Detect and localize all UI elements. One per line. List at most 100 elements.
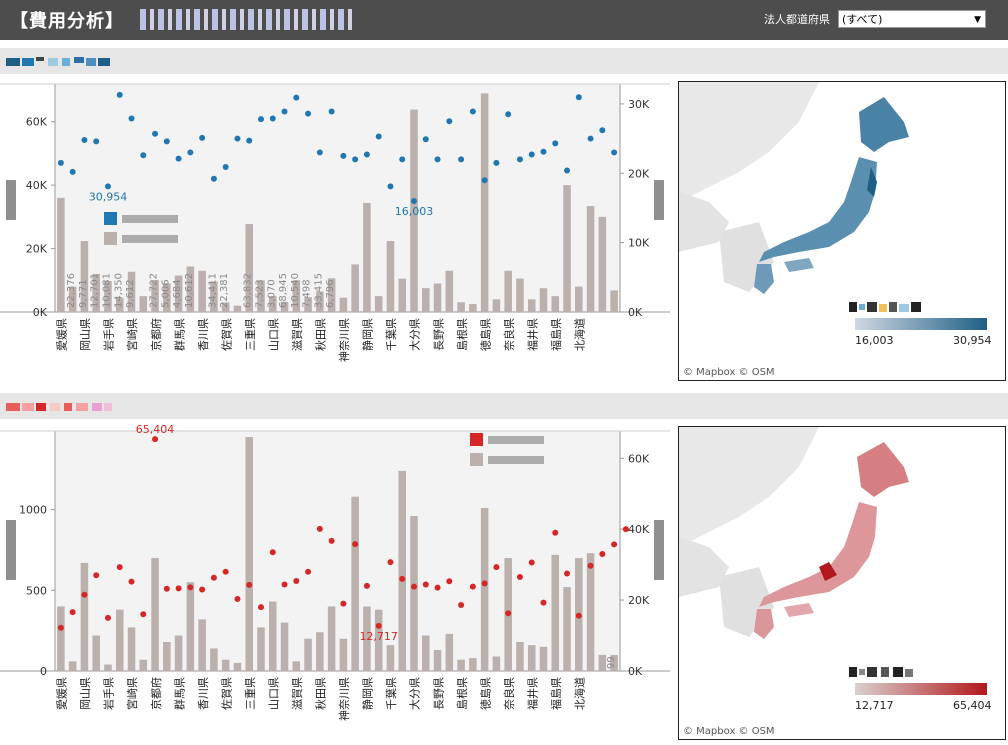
dot [564,570,571,577]
dot [257,116,264,123]
dot [187,149,194,156]
bar [492,299,501,312]
category-label: 長野県 [432,318,445,351]
page-title: 【費用分析】 [10,11,124,32]
left-tick-label: 60K [26,116,48,129]
dot [222,164,229,171]
dot [293,94,300,101]
dot [528,151,535,158]
category-label: 岡山県 [79,677,92,710]
bar [516,641,524,671]
dot [69,609,76,616]
dot [316,525,323,532]
bar [374,296,383,312]
bar [480,93,489,312]
bar [539,646,548,671]
bar [398,470,407,671]
right-tick-label: 30K [628,98,650,111]
category-label: 秋田県 [314,677,328,710]
map-credit-2[interactable]: © Mapbox © OSM [683,726,775,737]
dot [516,574,523,581]
dot [469,583,476,590]
dot [399,156,406,163]
dot [57,624,64,631]
bar [551,296,560,312]
dot [599,551,606,557]
dot [57,159,64,166]
left-tick-label: 1000 [19,504,47,517]
category-label: 愛媛県 [55,677,69,710]
dot [199,134,206,141]
dot [234,596,241,603]
category-label: 奈良県 [502,318,516,351]
dot [175,155,182,162]
plot-background [55,431,620,671]
bar-data-label: 33,415 [313,273,324,308]
bar [80,562,89,671]
dot [622,526,629,533]
category-label: 千葉県 [384,318,398,351]
dot [128,578,135,585]
bar [410,516,418,671]
filter-selected-value: (すべて) [842,13,883,26]
dot [269,115,276,122]
bar [68,661,77,671]
category-label: 神奈川県 [337,318,351,362]
dot [210,574,217,581]
map-1[interactable]: 16,003 30,954 © Mapbox © OSM [678,81,1006,381]
dot [269,549,276,556]
prefecture-filter-select[interactable]: (すべて) ▼ [838,10,986,28]
bar-data-label: 22,381 [219,273,230,308]
dot [387,559,394,566]
dot [363,582,370,589]
legend-swatch-bars [104,232,117,245]
bar [57,197,65,312]
last-bar-label: 99 [606,656,617,669]
dot [422,581,429,588]
dot [411,197,418,204]
bar [127,627,136,671]
category-label: 佐賀県 [219,318,233,351]
dot [352,156,359,163]
chevron-down-icon[interactable]: ▼ [974,11,981,29]
dot [222,568,229,575]
bar [480,508,489,671]
bar [139,659,148,671]
right-tick-label: 0K [628,665,643,678]
dot [434,156,441,163]
bar [233,305,242,312]
max-value-label: 65,404 [136,425,175,436]
redacted-legend-label [488,436,544,444]
bar-data-label: 14,350 [113,273,124,308]
bar-data-label: 6,796 [325,279,336,308]
category-label: 島根県 [455,677,469,710]
bar-data-label: 9,771 [78,279,89,308]
bar [316,632,324,671]
bar [115,609,124,671]
bar-data-label: 27,722 [149,273,160,308]
category-label: 福井県 [525,677,539,710]
dot [375,622,382,629]
dot [175,585,182,592]
right-tick-label: 60K [628,452,650,465]
redacted-legend-label [122,215,178,223]
bar-data-label: 5,006 [160,279,171,308]
dot [116,91,123,98]
category-label: 北海道 [573,318,587,351]
dot [575,612,582,619]
dot [505,610,512,617]
dot [140,611,147,618]
map-2[interactable]: 12,717 65,404 © Mapbox © OSM [678,426,1006,740]
map-credit-1[interactable]: © Mapbox © OSM [683,367,775,378]
legend-swatch-bars [470,453,483,466]
bar [527,299,536,312]
bar [445,270,454,312]
bar [186,582,195,671]
bar [174,635,183,671]
bar [457,659,465,671]
right-tick-label: 20K [628,594,650,607]
dot [363,151,370,158]
dot [481,580,488,587]
legend-scale-red [855,683,987,695]
bar-data-label: 10,612 [184,273,195,308]
